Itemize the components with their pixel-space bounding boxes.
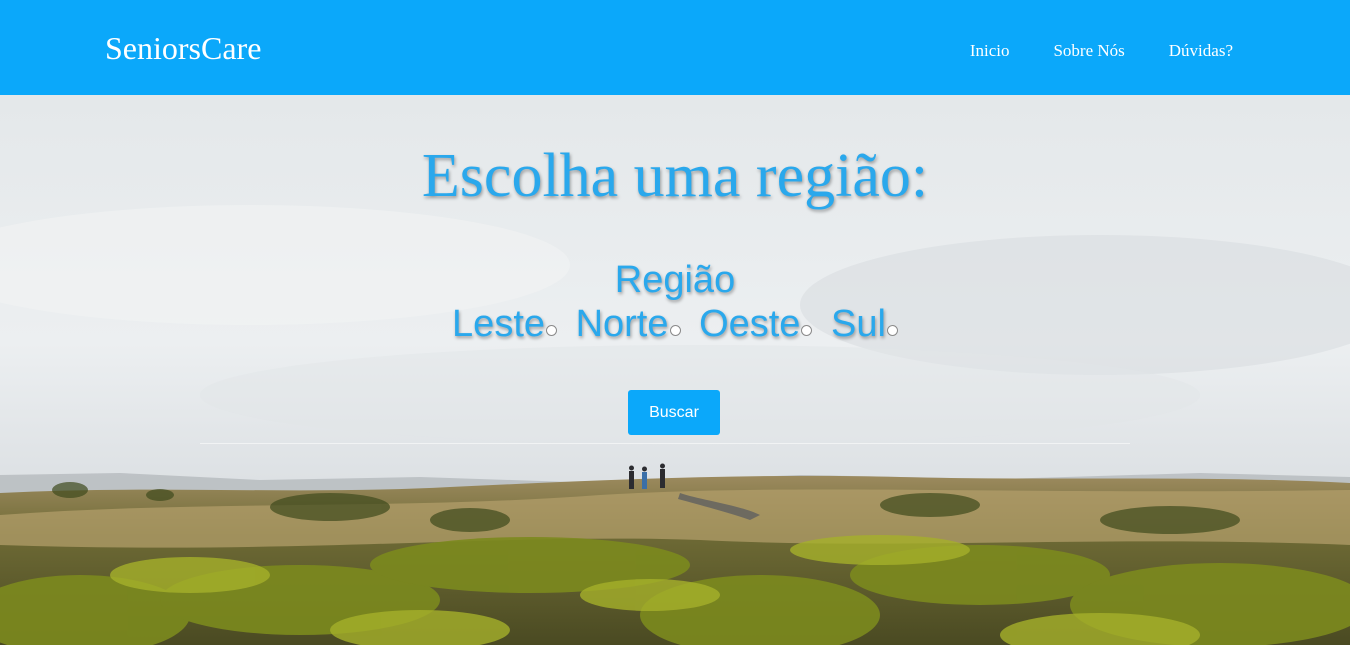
nav-link-duvidas[interactable]: Dúvidas? bbox=[1169, 40, 1233, 62]
page-headline: Escolha uma região: bbox=[421, 142, 929, 210]
nav-menu: Inicio Sobre Nós Dúvidas? bbox=[970, 40, 1233, 62]
radio-oeste[interactable] bbox=[801, 325, 813, 336]
region-form: Escolha uma região: Região Leste Norte O… bbox=[0, 95, 1350, 645]
top-navbar: SeniorsCare Inicio Sobre Nós Dúvidas? bbox=[0, 0, 1350, 95]
search-button[interactable]: Buscar bbox=[628, 390, 720, 435]
region-label: Região bbox=[614, 259, 736, 301]
region-option-leste[interactable]: Leste bbox=[452, 302, 558, 346]
radio-sul[interactable] bbox=[886, 325, 898, 336]
nav-link-inicio[interactable]: Inicio bbox=[970, 40, 1010, 62]
brand-logo[interactable]: SeniorsCare bbox=[105, 28, 261, 68]
region-options: Leste Norte Oeste Sul bbox=[0, 302, 1350, 346]
region-option-label-sul: Sul bbox=[831, 303, 886, 345]
radio-norte[interactable] bbox=[669, 325, 681, 336]
region-option-label-norte: Norte bbox=[575, 303, 669, 345]
region-option-oeste[interactable]: Oeste bbox=[699, 302, 813, 346]
region-option-norte[interactable]: Norte bbox=[576, 302, 681, 346]
region-option-sul[interactable]: Sul bbox=[831, 302, 898, 346]
divider bbox=[200, 443, 1130, 444]
region-option-label-oeste: Oeste bbox=[699, 303, 801, 345]
region-option-label-leste: Leste bbox=[452, 303, 546, 345]
hero-section: Escolha uma região: Região Leste Norte O… bbox=[0, 95, 1350, 645]
nav-link-sobre-nos[interactable]: Sobre Nós bbox=[1053, 40, 1124, 62]
radio-leste[interactable] bbox=[546, 325, 558, 336]
